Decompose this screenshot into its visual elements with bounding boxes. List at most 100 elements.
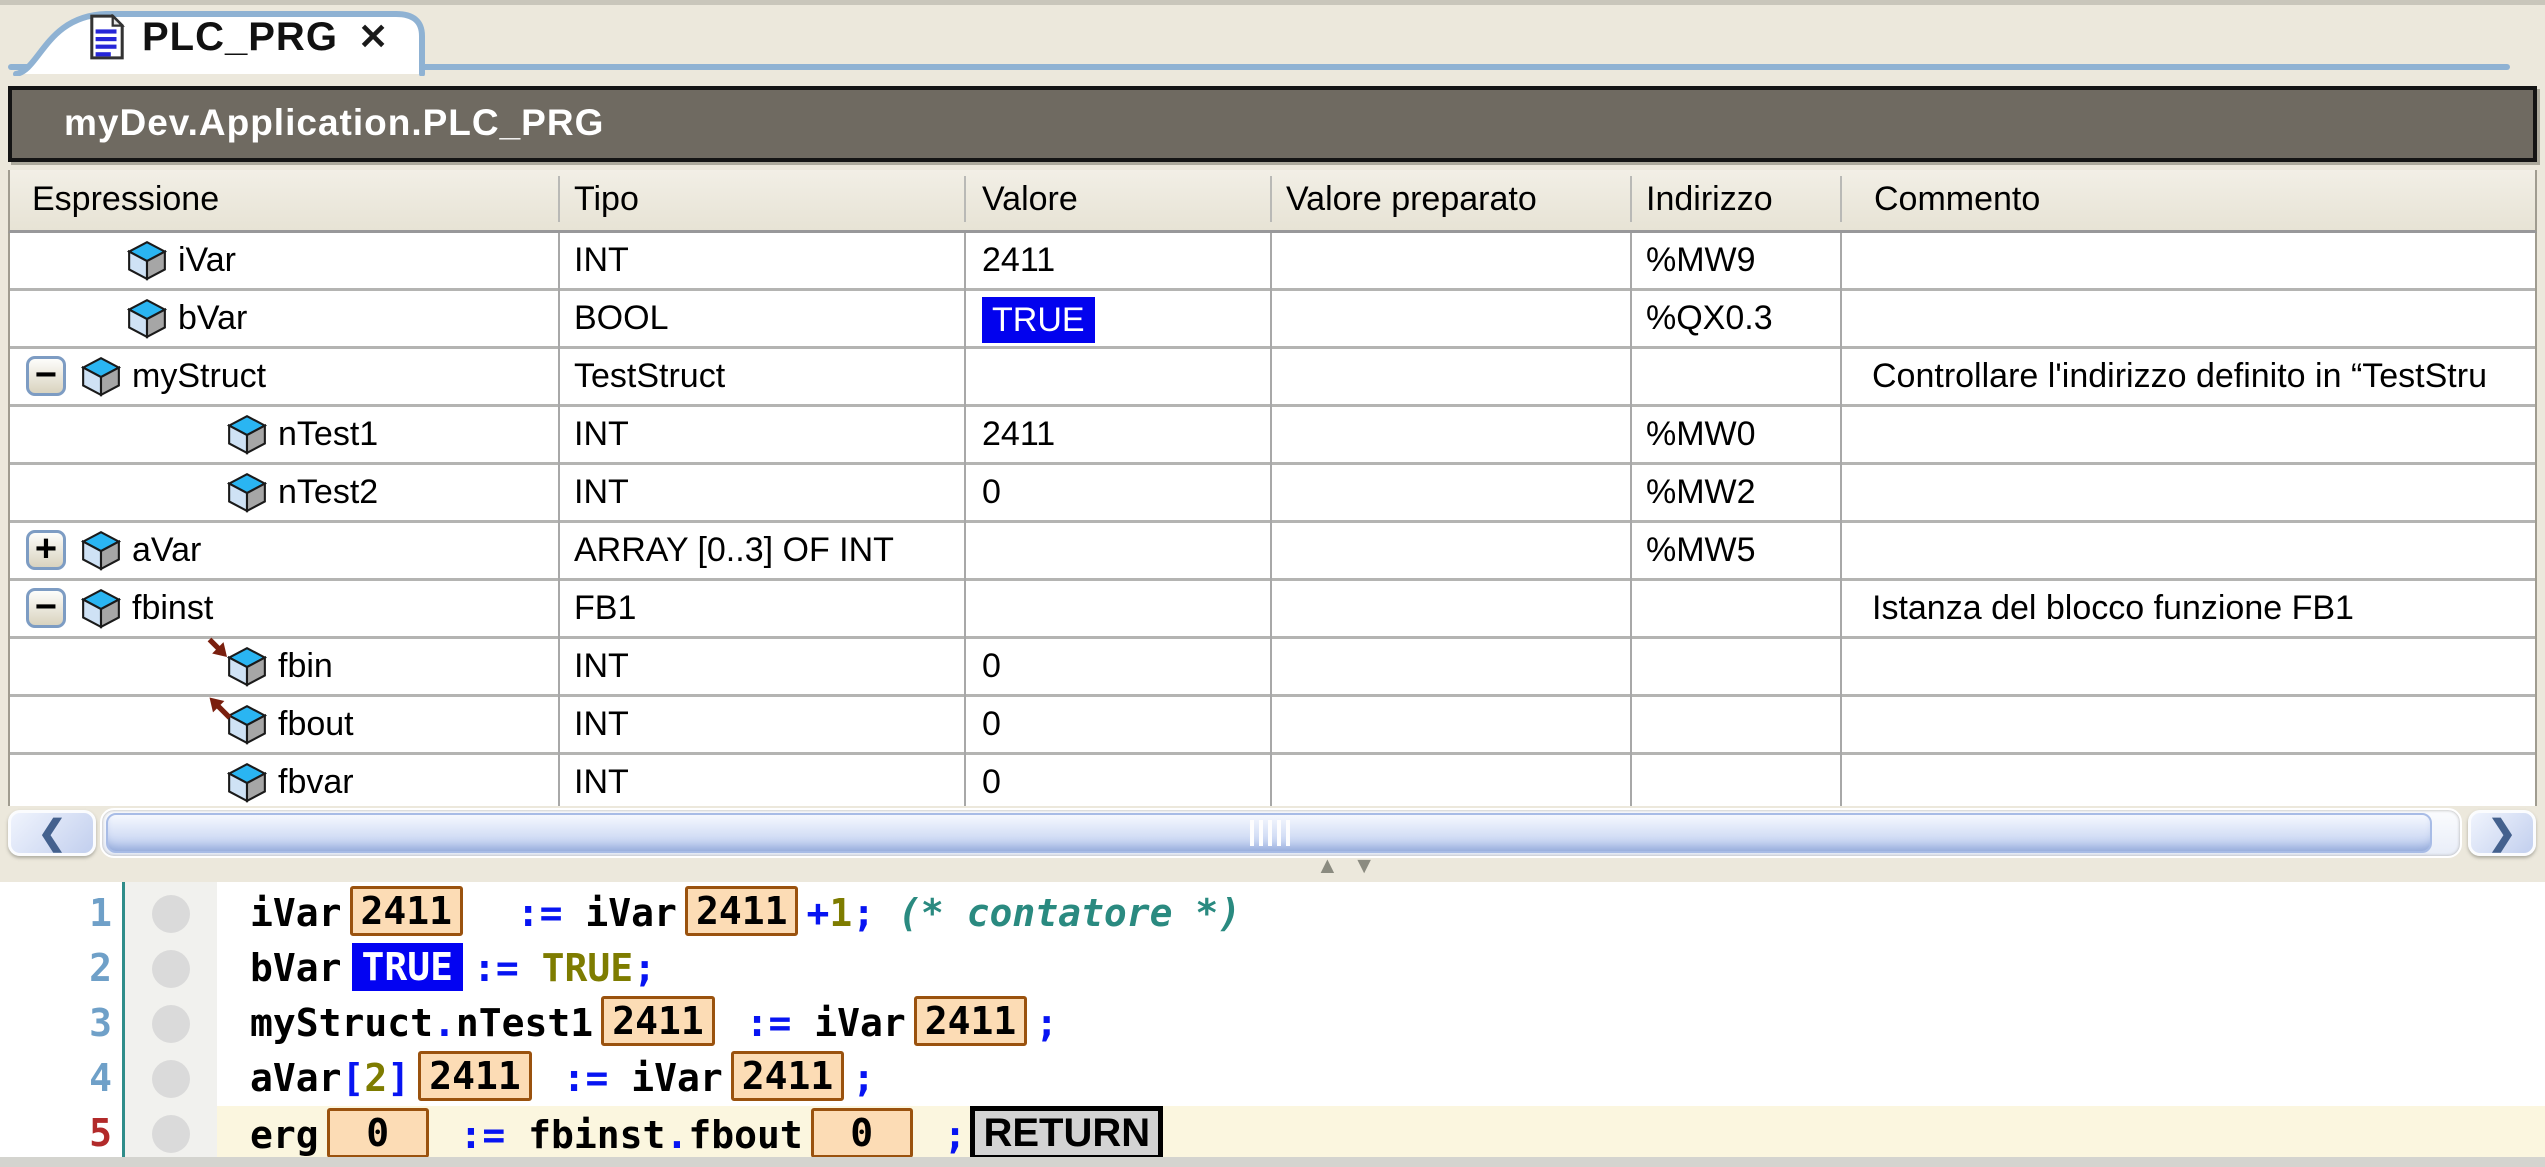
breakpoint-slot[interactable] <box>152 950 190 988</box>
breakpoint-slot[interactable] <box>152 1060 190 1098</box>
breakpoint-slot[interactable] <box>152 1005 190 1043</box>
scrollbar-thumb[interactable] <box>106 813 2432 853</box>
instance-path: myDev.Application.PLC_PRG <box>12 90 2533 156</box>
cell-tipo: INT <box>574 465 629 520</box>
column-header-valore[interactable]: Valore <box>982 170 1078 228</box>
table-row[interactable]: +aVarARRAY [0..3] OF INT%MW5 <box>10 523 2535 581</box>
code-line[interactable]: aVar[2]2411 := iVar2411; <box>250 1051 875 1106</box>
expand-button[interactable]: + <box>26 530 66 570</box>
inline-value-box: 2411 <box>418 1051 532 1101</box>
code-token: := <box>723 1001 815 1045</box>
code-token: fbout <box>688 1113 802 1157</box>
breakpoint-slot[interactable] <box>152 1115 190 1153</box>
code-token: ] <box>387 1056 410 1100</box>
splitter-up-icon[interactable]: ▲ <box>1316 852 1353 878</box>
collapse-button[interactable]: − <box>26 588 66 628</box>
table-row[interactable]: fboutINT0 <box>10 697 2535 755</box>
column-gridline <box>964 233 966 806</box>
column-divider[interactable] <box>1270 176 1272 222</box>
scroll-right-button[interactable]: ❯ <box>2468 810 2536 856</box>
watch-table-body: iVarINT2411%MW9bVarBOOLTRUE%QX0.3−myStru… <box>8 233 2537 806</box>
collapse-button[interactable]: − <box>26 356 66 396</box>
cell-espressione: bVar <box>178 291 247 346</box>
code-token: := <box>473 946 542 990</box>
cell-tipo: INT <box>574 639 629 694</box>
cell-valore: 2411 <box>982 233 1055 288</box>
line-number: 4 <box>0 1051 112 1106</box>
column-divider[interactable] <box>1840 176 1842 222</box>
tab-plc-prg[interactable]: PLC_PRG ✕ <box>12 2 437 76</box>
table-row[interactable]: nTest1INT2411%MW0 <box>10 407 2535 465</box>
code-token: iVar <box>631 1056 723 1100</box>
code-token: aVar <box>250 1056 342 1100</box>
column-divider[interactable] <box>1630 176 1632 222</box>
close-icon[interactable]: ✕ <box>358 2 388 72</box>
cell-indirizzo: %MW9 <box>1646 233 1756 288</box>
cell-tipo: ARRAY [0..3] OF INT <box>574 523 894 578</box>
cell-tipo: INT <box>574 697 629 752</box>
code-token: iVar <box>585 891 677 935</box>
column-divider[interactable] <box>964 176 966 222</box>
variable-icon <box>80 355 122 397</box>
table-row[interactable]: fbvar INT 0 <box>10 755 2535 806</box>
window-bottom-edge <box>0 1157 2545 1167</box>
table-row[interactable]: bVarBOOLTRUE%QX0.3 <box>10 291 2535 349</box>
cell-valore: 0 <box>982 697 1001 752</box>
cell-valore: 0 <box>982 755 1001 806</box>
table-row[interactable]: fbinINT0 <box>10 639 2535 697</box>
variable-icon <box>80 529 122 571</box>
code-token: 2 <box>364 1056 387 1100</box>
cell-tipo: INT <box>574 755 629 806</box>
splitter-down-icon[interactable]: ▼ <box>1353 852 1390 878</box>
splitter-handle[interactable]: ▲▼ <box>1316 852 1390 878</box>
watch-table-header: Espressione Tipo Valore Valore preparato… <box>8 170 2537 233</box>
document-icon <box>88 14 126 60</box>
cell-valore: 0 <box>982 465 1001 520</box>
cell-espressione: fbvar <box>278 755 354 806</box>
code-token: erg <box>250 1113 319 1157</box>
table-row[interactable]: nTest2 INT 0 %MW2 <box>10 465 2535 523</box>
cell-espressione: nTest2 <box>278 465 378 520</box>
code-token: [ <box>342 1056 365 1100</box>
code-editor[interactable]: 1iVar2411 := iVar2411+1; (* contatore *)… <box>0 882 2545 1160</box>
column-header-commento[interactable]: Commento <box>1874 170 2040 228</box>
cell-tipo: BOOL <box>574 291 668 346</box>
code-token: := <box>437 1113 529 1157</box>
table-row[interactable]: −myStructTestStructControllare l'indiriz… <box>10 349 2535 407</box>
code-token: ; <box>921 1113 967 1157</box>
column-header-valore-preparato[interactable]: Valore preparato <box>1286 170 1537 228</box>
scroll-left-button[interactable]: ❮ <box>8 810 96 856</box>
breakpoint-slot[interactable] <box>152 895 190 933</box>
code-token: iVar <box>814 1001 906 1045</box>
inline-value-box: 0 <box>811 1108 913 1158</box>
cell-tipo: INT <box>574 407 629 462</box>
column-gridline <box>1630 233 1632 806</box>
table-row[interactable]: iVarINT2411%MW9 <box>10 233 2535 291</box>
horizontal-scrollbar[interactable] <box>100 808 2462 858</box>
column-divider[interactable] <box>558 176 560 222</box>
code-token: ; <box>1035 1001 1058 1045</box>
code-token: ; <box>852 1056 875 1100</box>
cell-valore: 2411 <box>982 407 1055 462</box>
table-row[interactable]: −fbinstFB1Istanza del blocco funzione FB… <box>10 581 2535 639</box>
code-line[interactable]: iVar2411 := iVar2411+1; (* contatore *) <box>250 886 1241 941</box>
column-header-indirizzo[interactable]: Indirizzo <box>1646 170 1773 228</box>
column-header-tipo[interactable]: Tipo <box>574 170 639 228</box>
code-line[interactable]: bVarTRUE:= TRUE; <box>250 941 656 996</box>
tab-title: PLC_PRG <box>142 2 338 72</box>
code-token: . <box>433 1001 456 1045</box>
column-header-espressione[interactable]: Espressione <box>32 170 219 228</box>
code-line[interactable]: myStruct.nTest12411 := iVar2411; <box>250 996 1058 1051</box>
inline-value-box: 2411 <box>350 886 464 936</box>
cell-espressione: aVar <box>132 523 201 578</box>
cell-tipo: TestStruct <box>574 349 725 404</box>
scrollbar-grip[interactable] <box>1250 820 1290 846</box>
column-gridline <box>1270 233 1272 806</box>
cell-indirizzo: %MW2 <box>1646 465 1756 520</box>
code-token: ; <box>852 891 898 935</box>
code-token: + <box>806 891 829 935</box>
code-line[interactable]: erg0 := fbinst.fbout0 ;RETURN <box>250 1106 1163 1160</box>
cell-tipo: INT <box>574 233 629 288</box>
instance-path-bar: myDev.Application.PLC_PRG <box>8 86 2537 162</box>
cell-tipo: FB1 <box>574 581 636 636</box>
